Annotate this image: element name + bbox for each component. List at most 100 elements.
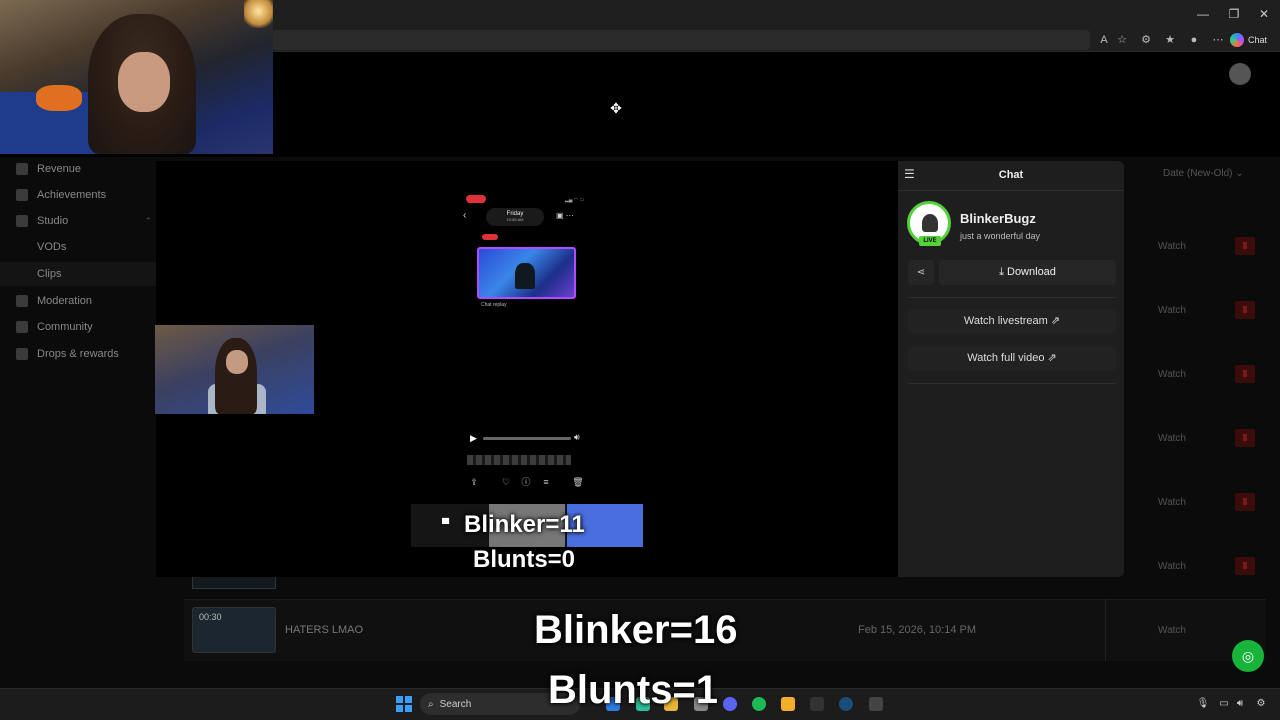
steam-icon[interactable] bbox=[839, 697, 853, 711]
trash-icon[interactable] bbox=[1235, 429, 1255, 447]
sidebar-item-clips[interactable]: Clips bbox=[0, 262, 156, 286]
trash-icon[interactable] bbox=[1235, 301, 1255, 319]
sort-label: Date (New-Old) bbox=[1163, 168, 1233, 179]
clip-duration: 00:30 bbox=[199, 612, 222, 622]
chevron-down-icon: ⌄ bbox=[1235, 168, 1244, 179]
studio-icon bbox=[16, 215, 28, 227]
webcam-face bbox=[118, 52, 170, 112]
watch-full-video-button[interactable]: Watch full video ⇗ bbox=[908, 346, 1116, 371]
address-bar[interactable] bbox=[272, 30, 1090, 50]
blinker-counter-large: Blinker=16 bbox=[534, 608, 738, 652]
seek-bar[interactable] bbox=[483, 437, 571, 440]
windows-start-icon[interactable] bbox=[396, 696, 412, 712]
download-label: Download bbox=[1007, 266, 1056, 278]
blunts-counter-large: Blunts=1 bbox=[548, 668, 719, 712]
button-label: Watch livestream bbox=[963, 315, 1048, 327]
trash-icon[interactable] bbox=[1235, 237, 1255, 255]
streamer-name[interactable]: BlinkerBugz bbox=[960, 211, 1036, 226]
date-pill: Friday 10:55 AM bbox=[486, 208, 544, 226]
watch-button[interactable]: Watch bbox=[1158, 305, 1186, 316]
webcam-object bbox=[36, 85, 82, 111]
watch-button[interactable]: Watch bbox=[1158, 561, 1186, 572]
sidebar-item-label: Moderation bbox=[37, 295, 93, 307]
gift-icon bbox=[16, 348, 28, 360]
clip-thumbnail[interactable] bbox=[192, 577, 276, 589]
copilot-button[interactable]: Chat bbox=[1230, 31, 1267, 49]
watch-button[interactable]: Watch bbox=[1158, 241, 1186, 252]
sidebar-item-label: Achievements bbox=[37, 189, 107, 201]
chat-replay-label: Chat replay bbox=[481, 302, 507, 308]
clip-date: Feb 15, 2026, 10:14 PM bbox=[858, 624, 977, 636]
sidebar-item-moderation[interactable]: Moderation bbox=[0, 289, 156, 313]
volume-icon[interactable]: 🔊︎ bbox=[574, 432, 580, 443]
search-label: Search bbox=[439, 698, 472, 710]
image-and-more-icons: ▣ ⋯ bbox=[556, 211, 574, 220]
wrench-icon bbox=[16, 295, 28, 307]
live-badge bbox=[482, 234, 498, 240]
people-icon bbox=[16, 321, 28, 333]
webcam-lamp bbox=[244, 0, 273, 28]
button-label: Watch full video bbox=[967, 352, 1045, 364]
live-badge: LIVE bbox=[919, 236, 941, 246]
sort-select[interactable]: Date (New-Old) ⌄ bbox=[1163, 168, 1244, 179]
watch-button[interactable]: Watch bbox=[1158, 369, 1186, 380]
favorites-icon[interactable]: ★ bbox=[1162, 32, 1178, 48]
share-button[interactable]: ⋖ bbox=[908, 260, 934, 285]
trash-icon[interactable] bbox=[1235, 557, 1255, 575]
copilot-label: Chat bbox=[1248, 35, 1268, 45]
minimize-icon[interactable]: — bbox=[1195, 6, 1211, 22]
support-button[interactable]: ◎ bbox=[1232, 640, 1264, 672]
stream-thumbnail bbox=[477, 247, 576, 299]
profile-icon[interactable]: ● bbox=[1186, 32, 1202, 48]
sidebar: Revenue Achievements Studio ⌃ VODs Clips … bbox=[0, 157, 156, 417]
status-icons: ▂▄ ◠ ▭ bbox=[565, 197, 585, 203]
sidebar-item-vods[interactable]: VODs bbox=[0, 235, 156, 259]
watch-livestream-button[interactable]: Watch livestream ⇗ bbox=[908, 309, 1116, 334]
streamer-status: just a wonderful day bbox=[960, 231, 1041, 241]
sidebar-item-drops-rewards[interactable]: Drops & rewards bbox=[0, 342, 156, 366]
phone-time: 10:55 AM bbox=[506, 217, 524, 222]
sliders-icon: ≡ bbox=[543, 477, 549, 487]
sidebar-item-achievements[interactable]: Achievements bbox=[0, 183, 156, 207]
sidebar-item-revenue[interactable]: Revenue bbox=[0, 157, 156, 181]
user-avatar[interactable] bbox=[1229, 63, 1251, 85]
watch-button[interactable]: Watch bbox=[1158, 625, 1186, 636]
chat-bubble-icon: ▀ bbox=[442, 519, 450, 530]
bar-chart-icon bbox=[16, 163, 28, 175]
read-aloud-icon[interactable]: A bbox=[1096, 32, 1112, 48]
blunts-counter: Blunts=0 bbox=[473, 546, 576, 573]
external-link-icon: ⇗ bbox=[1047, 352, 1057, 364]
sidebar-item-label: Community bbox=[37, 321, 93, 333]
more-options-icon[interactable]: ⋯ bbox=[1210, 32, 1226, 48]
chat-title: Chat bbox=[998, 169, 1024, 181]
extensions-icon[interactable]: ⚙ bbox=[1138, 32, 1154, 48]
trophy-icon bbox=[16, 189, 28, 201]
notification-icon[interactable]: ⚙ bbox=[1254, 697, 1268, 711]
rockstar-icon[interactable] bbox=[781, 697, 795, 711]
volume-icon[interactable]: 🔊︎ bbox=[1233, 697, 1247, 711]
heart-icon: ♡ bbox=[501, 477, 511, 487]
avatar-figure bbox=[922, 214, 938, 232]
trash-icon[interactable] bbox=[1235, 365, 1255, 383]
app-icon[interactable] bbox=[869, 697, 883, 711]
watch-button[interactable]: Watch bbox=[1158, 433, 1186, 444]
divider bbox=[1105, 599, 1106, 661]
streamer-figure bbox=[515, 263, 535, 289]
display-icon[interactable]: ▭ bbox=[1217, 697, 1231, 711]
close-icon[interactable]: ✕ bbox=[1256, 6, 1272, 22]
watch-button[interactable]: Watch bbox=[1158, 497, 1186, 508]
favorite-star-icon[interactable]: ☆ bbox=[1114, 32, 1130, 48]
discord-icon[interactable] bbox=[723, 697, 737, 711]
blurred-caption bbox=[467, 455, 571, 465]
epic-games-icon[interactable] bbox=[810, 697, 824, 711]
sidebar-item-community[interactable]: Community bbox=[0, 315, 156, 339]
spotify-icon[interactable] bbox=[752, 697, 766, 711]
microphone-icon[interactable]: 🎙︎ bbox=[1196, 697, 1210, 711]
trash-icon[interactable] bbox=[1235, 493, 1255, 511]
info-icon: ⓘ bbox=[521, 477, 531, 487]
sidebar-item-studio[interactable]: Studio ⌃ bbox=[0, 209, 156, 233]
play-icon[interactable]: ▶ bbox=[470, 433, 477, 444]
download-button[interactable]: ⤓ Download bbox=[939, 260, 1116, 285]
copilot-icon bbox=[1230, 33, 1244, 47]
maximize-icon[interactable]: ❐ bbox=[1226, 6, 1242, 22]
